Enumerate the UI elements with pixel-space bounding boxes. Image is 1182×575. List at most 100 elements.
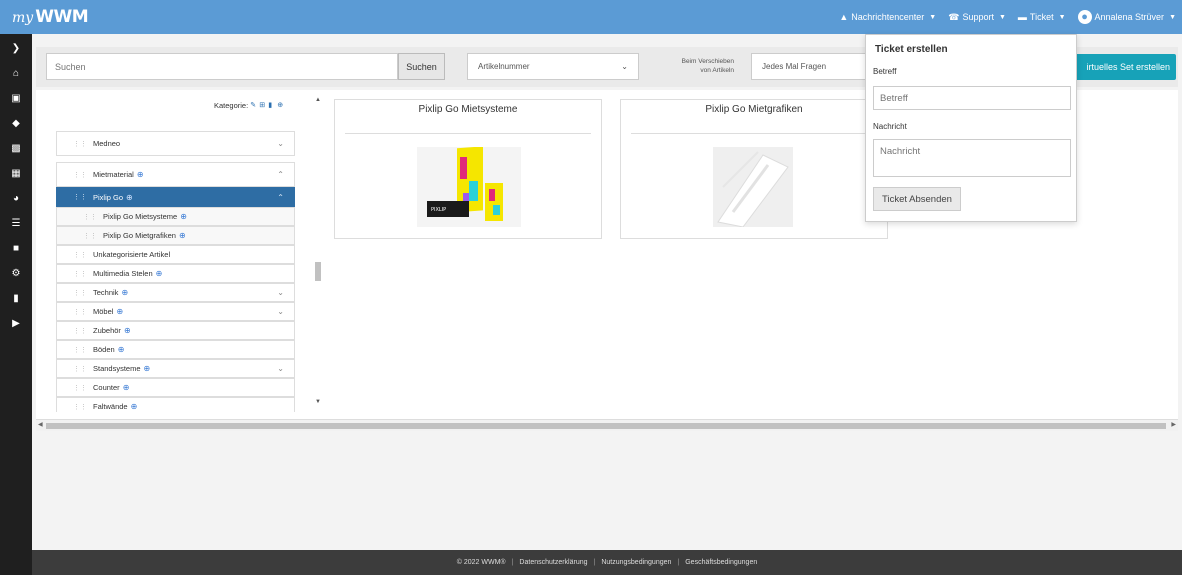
list-icon[interactable]: ☰	[8, 217, 24, 231]
tree-item-label: Pixlip Go Mietsysteme	[103, 212, 178, 221]
tree-item-faltwaende[interactable]: ⋮⋮ Faltwände ⊕	[56, 397, 295, 412]
pie-chart-icon[interactable]: ◕	[8, 192, 24, 206]
drag-handle-icon[interactable]: ⋮⋮	[73, 251, 87, 259]
scroll-up-icon[interactable]: ▲	[314, 97, 322, 103]
drag-handle-icon[interactable]: ⋮⋮	[73, 346, 87, 354]
tree-scrollbar[interactable]: ▲ ▼	[314, 97, 322, 415]
drag-handle-icon[interactable]: ⋮⋮	[73, 193, 87, 201]
tree-item-pixlip-go[interactable]: ⋮⋮ Pixlip Go ⊕ ⌃	[56, 187, 295, 207]
product-card[interactable]: Pixlip Go Mietgrafiken	[620, 99, 888, 239]
send-ticket-button[interactable]: Ticket Absenden	[873, 187, 961, 211]
chevron-down-icon[interactable]: ⌄	[277, 364, 284, 373]
chevron-down-icon[interactable]: ⌄	[277, 307, 284, 316]
nav-user[interactable]: ● Annalena Strüver ▼	[1077, 10, 1176, 24]
tree-item-label: Standsysteme	[93, 364, 141, 373]
nav-nachrichtencenter[interactable]: ▲ Nachrichtencenter ▼	[839, 12, 936, 22]
globe-icon[interactable]: ⊕	[277, 102, 284, 109]
tree-item-moebel[interactable]: ⋮⋮ Möbel ⊕ ⌄	[56, 302, 295, 321]
tree-item-technik[interactable]: ⋮⋮ Technik ⊕ ⌄	[56, 283, 295, 302]
globe-icon[interactable]: ⊕	[116, 307, 123, 316]
globe-icon[interactable]: ⊕	[137, 170, 144, 179]
tree-item-pixlip-go-mietsysteme[interactable]: ⋮⋮ Pixlip Go Mietsysteme ⊕	[56, 207, 295, 226]
drag-handle-icon[interactable]: ⋮⋮	[73, 384, 87, 392]
add-icon[interactable]: ⊞	[259, 102, 266, 109]
globe-icon[interactable]: ⊕	[118, 345, 125, 354]
tree-item-standsysteme[interactable]: ⋮⋮ Standsysteme ⊕ ⌄	[56, 359, 295, 378]
tree-item-counter[interactable]: ⋮⋮ Counter ⊕	[56, 378, 295, 397]
gear-icon[interactable]: ⚙	[8, 267, 24, 281]
globe-icon[interactable]: ⊕	[123, 383, 130, 392]
cart-icon[interactable]: ▣	[8, 92, 24, 106]
scroll-thumb[interactable]	[315, 262, 321, 281]
drag-handle-icon[interactable]: ⋮⋮	[73, 403, 87, 411]
subject-input[interactable]	[873, 86, 1071, 110]
industry-icon[interactable]: ■	[8, 242, 24, 256]
globe-icon[interactable]: ⊕	[156, 269, 163, 278]
chevron-up-icon[interactable]: ⌃	[277, 170, 284, 179]
separator: |	[511, 559, 514, 566]
globe-icon[interactable]: ⊕	[121, 288, 128, 297]
drag-handle-icon[interactable]: ⋮⋮	[83, 232, 97, 240]
calendar-icon[interactable]: ▦	[8, 167, 24, 181]
drag-handle-icon[interactable]: ⋮⋮	[73, 270, 87, 278]
chevron-down-icon[interactable]: ⌄	[277, 139, 284, 148]
video-icon[interactable]: ▶	[8, 317, 24, 331]
chevron-down-icon[interactable]: ⌄	[277, 288, 284, 297]
tree-item-label: Pixlip Go	[93, 192, 124, 202]
trash-icon[interactable]: ▮	[268, 102, 275, 109]
drag-handle-icon[interactable]: ⋮⋮	[73, 140, 87, 148]
chevron-up-icon[interactable]: ⌃	[277, 193, 284, 202]
message-label: Nachricht	[873, 122, 907, 131]
tree-item-pixlip-go-mietgrafiken[interactable]: ⋮⋮ Pixlip Go Mietgrafiken ⊕	[56, 226, 295, 245]
separator: |	[677, 559, 680, 566]
drag-handle-icon[interactable]: ⋮⋮	[73, 365, 87, 373]
message-textarea[interactable]	[873, 139, 1071, 177]
tag-icon[interactable]: ◆	[8, 117, 24, 131]
tree-item-label: Multimedia Stelen	[93, 269, 153, 278]
search-button[interactable]: Suchen	[398, 53, 445, 80]
drag-handle-icon[interactable]: ⋮⋮	[73, 308, 87, 316]
nav-support[interactable]: ☎ Support ▼	[948, 12, 1006, 23]
field-select[interactable]: Artikelnummer ⌄	[467, 53, 639, 80]
file-icon[interactable]: ▮	[8, 292, 24, 306]
scroll-thumb[interactable]	[46, 423, 1166, 429]
home-icon[interactable]: ⌂	[8, 67, 24, 81]
horizontal-scrollbar[interactable]: ◀ ▶	[36, 419, 1178, 431]
chevron-right-icon[interactable]: ❯	[8, 42, 24, 56]
footer-link-terms[interactable]: Nutzungsbedingungen	[601, 559, 671, 566]
globe-icon[interactable]: ⊕	[126, 193, 133, 202]
scroll-left-icon[interactable]: ◀	[38, 421, 43, 428]
tree-item-multimedia-stelen[interactable]: ⋮⋮ Multimedia Stelen ⊕	[56, 264, 295, 283]
footer-link-business-terms[interactable]: Geschäftsbedingungen	[685, 559, 757, 566]
field-select-value: Artikelnummer	[478, 62, 530, 71]
separator: |	[593, 559, 596, 566]
drag-handle-icon[interactable]: ⋮⋮	[83, 213, 97, 221]
drag-handle-icon[interactable]: ⋮⋮	[73, 327, 87, 335]
tree-item-boeden[interactable]: ⋮⋮ Böden ⊕	[56, 340, 295, 359]
globe-icon[interactable]: ⊕	[144, 364, 151, 373]
ticket-dropdown: Ticket erstellen Betreff Nachricht Ticke…	[865, 34, 1077, 222]
scroll-right-icon[interactable]: ▶	[1171, 421, 1176, 428]
globe-icon[interactable]: ⊕	[131, 402, 138, 411]
nav-ticket[interactable]: ▬ Ticket ▼	[1018, 12, 1066, 22]
tree-item-zubehoer[interactable]: ⋮⋮ Zubehör ⊕	[56, 321, 295, 340]
footer: © 2022 WWM® | Datenschutzerklärung | Nut…	[32, 550, 1182, 575]
drag-handle-icon[interactable]: ⋮⋮	[73, 289, 87, 297]
logo[interactable]: my WWM	[12, 7, 89, 27]
search-input[interactable]	[46, 53, 398, 80]
copyright: © 2022 WWM®	[456, 559, 506, 566]
globe-icon[interactable]: ⊕	[180, 212, 187, 221]
scroll-down-icon[interactable]: ▼	[314, 399, 322, 405]
phone-icon: ☎	[948, 11, 960, 22]
edit-icon[interactable]: ✎	[250, 102, 257, 109]
footer-link-privacy[interactable]: Datenschutzerklärung	[519, 559, 587, 566]
drag-handle-icon[interactable]: ⋮⋮	[73, 171, 87, 179]
tree-item-unkategorisiert[interactable]: ⋮⋮ Unkategorisierte Artikel	[56, 245, 295, 264]
tree-item-mietmaterial[interactable]: ⋮⋮ Mietmaterial ⊕ ⌃	[56, 162, 295, 187]
tree-item-medneo[interactable]: ⋮⋮ Medneo ⌄	[56, 131, 295, 156]
globe-icon[interactable]: ⊕	[124, 326, 131, 335]
globe-icon[interactable]: ⊕	[179, 231, 186, 240]
category-tree: ⋮⋮ Medneo ⌄ ⋮⋮ Mietmaterial ⊕ ⌃ ⋮⋮ Pixlip…	[56, 109, 296, 412]
sitemap-icon[interactable]: ▩	[8, 142, 24, 156]
product-card[interactable]: Pixlip Go Mietsysteme PIXLIP	[334, 99, 602, 239]
